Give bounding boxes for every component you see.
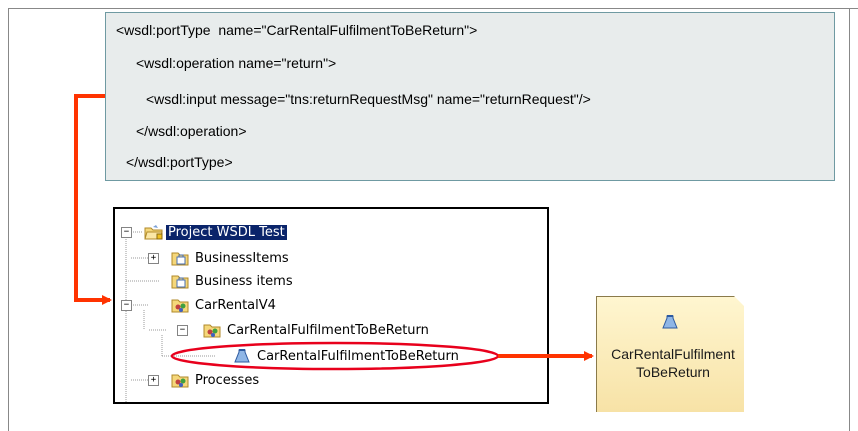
tree-item-project-wsdl-test[interactable]: Project WSDL Test	[144, 222, 288, 242]
tree-item-fulfilment-folder[interactable]: CarRentalFulfilmentToBeReturn	[203, 320, 431, 340]
code-line-operation-close: </wsdl:operation>	[136, 123, 247, 139]
frame-top-border	[8, 8, 858, 9]
service-task-label: CarRentalFulfilment ToBeReturn	[600, 345, 746, 381]
tree-item-business-items[interactable]: Business items	[171, 271, 295, 291]
project-folder-icon	[144, 224, 163, 240]
code-line-input: <wsdl:input message="tns:returnRequestMs…	[146, 91, 591, 107]
tree-item-label: BusinessItems	[195, 250, 289, 266]
tree-expander-carrentalv4[interactable]: −	[121, 300, 132, 311]
process-catalog-icon	[171, 297, 189, 313]
tree-expander-project[interactable]: −	[121, 227, 132, 238]
service-task-label-line1: CarRentalFulfilment	[611, 346, 735, 362]
tree-item-label: CarRentalFulfilmentToBeReturn	[257, 348, 459, 364]
service-icon	[233, 348, 251, 364]
service-icon	[661, 314, 679, 335]
project-tree-panel: − Project WSDL Test + BusinessItems Busi…	[113, 207, 549, 404]
tree-item-label: CarRentalFulfilmentToBeReturn	[227, 322, 429, 338]
wsdl-code-box: <wsdl:portType name="CarRentalFulfilment…	[105, 12, 835, 181]
tree-item-carrentalv4[interactable]: CarRentalV4	[171, 295, 278, 315]
tree-item-businessitems[interactable]: BusinessItems	[171, 248, 291, 268]
frame-left-border	[8, 8, 9, 431]
tree-expander-processes[interactable]: +	[148, 375, 159, 386]
service-task-label-line2: ToBeReturn	[636, 364, 710, 380]
frame-right-border	[849, 8, 850, 431]
tree-item-label: Business items	[195, 273, 293, 289]
tree-item-label: Processes	[195, 372, 260, 388]
tree-item-fulfilment-service[interactable]: CarRentalFulfilmentToBeReturn	[233, 346, 461, 366]
process-catalog-icon	[171, 372, 189, 388]
process-catalog-icon	[203, 322, 221, 338]
tree-item-processes[interactable]: Processes	[171, 370, 261, 390]
code-line-porttype-open: <wsdl:portType name="CarRentalFulfilment…	[116, 22, 478, 38]
tree-item-label: CarRentalV4	[195, 297, 276, 313]
business-items-folder-icon	[171, 273, 189, 289]
tree-expander-fulfilment-folder[interactable]: −	[177, 325, 188, 336]
code-line-porttype-close: </wsdl:portType>	[126, 154, 233, 170]
tree-item-label: Project WSDL Test	[165, 223, 288, 241]
business-items-folder-icon	[171, 250, 189, 266]
code-line-operation-open: <wsdl:operation name="return">	[136, 55, 337, 71]
tree-expander-businessitems[interactable]: +	[148, 253, 159, 264]
